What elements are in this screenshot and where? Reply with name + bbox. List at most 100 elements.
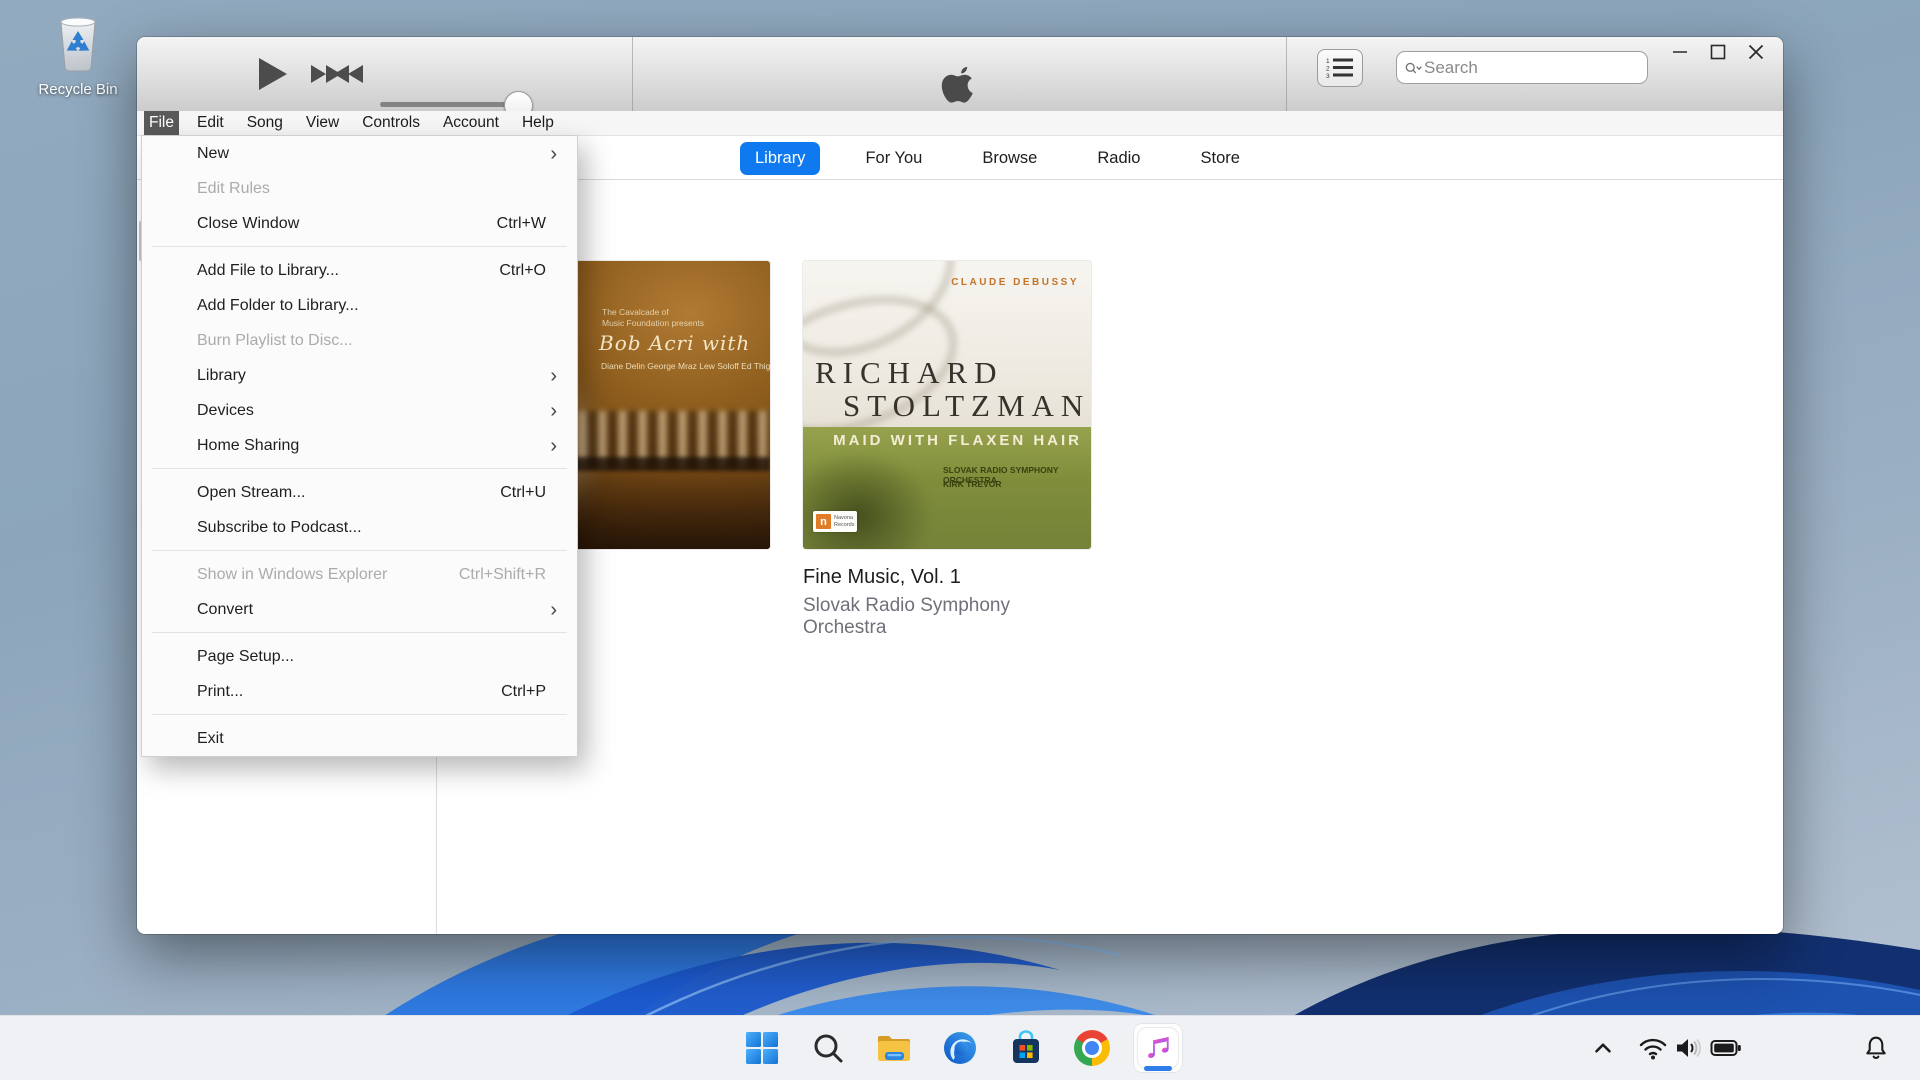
active-app-indicator bbox=[1144, 1066, 1172, 1071]
tab-store[interactable]: Store bbox=[1185, 142, 1254, 175]
menu-item-library[interactable]: Library › bbox=[142, 358, 577, 393]
minimize-icon bbox=[1672, 44, 1688, 60]
album-art-fine-music[interactable]: CLAUDE DEBUSSY RICHARD STOLTZMAN MAID WI… bbox=[803, 261, 1091, 549]
menu-item-show-in-windows-explorer: Show in Windows Explorer Ctrl+Shift+R bbox=[142, 557, 577, 592]
stz-artist-name-line1: RICHARD bbox=[815, 355, 1004, 391]
itunes-icon bbox=[1138, 1028, 1178, 1068]
menu-item-open-stream[interactable]: Open Stream... Ctrl+U bbox=[142, 475, 577, 510]
bell-icon bbox=[1862, 1034, 1890, 1062]
close-button[interactable] bbox=[1737, 39, 1775, 65]
volume-indicator[interactable] bbox=[1674, 1016, 1704, 1080]
search-box[interactable] bbox=[1396, 51, 1648, 84]
battery-indicator[interactable] bbox=[1710, 1016, 1742, 1080]
menu-item-label: Library bbox=[197, 367, 550, 385]
chrome-icon bbox=[1074, 1030, 1110, 1066]
menu-item-close-window[interactable]: Close Window Ctrl+W bbox=[142, 206, 577, 241]
menu-item-convert[interactable]: Convert › bbox=[142, 592, 577, 627]
submenu-chevron-icon: › bbox=[550, 436, 557, 456]
svg-text:3: 3 bbox=[1326, 73, 1330, 79]
wifi-indicator[interactable] bbox=[1638, 1016, 1668, 1080]
menu-item-print[interactable]: Print... Ctrl+P bbox=[142, 674, 577, 709]
minimize-button[interactable] bbox=[1661, 39, 1699, 65]
battery-icon bbox=[1710, 1036, 1742, 1060]
menu-song[interactable]: Song bbox=[242, 111, 288, 135]
menu-edit[interactable]: Edit bbox=[192, 111, 229, 135]
menu-item-label: Exit bbox=[197, 730, 557, 748]
menu-account[interactable]: Account bbox=[438, 111, 504, 135]
play-button[interactable] bbox=[251, 37, 295, 111]
menu-item-label: Open Stream... bbox=[197, 484, 500, 502]
menu-item-label: Convert bbox=[197, 601, 550, 619]
apple-logo-icon bbox=[940, 65, 980, 112]
menu-item-label: Home Sharing bbox=[197, 437, 550, 455]
up-next-button[interactable]: 1 2 3 bbox=[1317, 49, 1363, 87]
menu-separator bbox=[142, 545, 577, 557]
hidden-icons-button[interactable] bbox=[1590, 1016, 1616, 1080]
svg-text:1: 1 bbox=[1326, 58, 1330, 65]
menu-item-page-setup[interactable]: Page Setup... bbox=[142, 639, 577, 674]
recycle-bin[interactable]: Recycle Bin bbox=[18, 14, 138, 98]
menu-item-edit-rules: Edit Rules bbox=[142, 171, 577, 206]
menu-item-shortcut: Ctrl+U bbox=[500, 484, 546, 502]
navona-records-logo: n Navona Records bbox=[813, 511, 857, 532]
svg-text:2: 2 bbox=[1326, 66, 1330, 73]
menu-item-burn-playlist: Burn Playlist to Disc... bbox=[142, 323, 577, 358]
file-explorer-button[interactable] bbox=[870, 1024, 918, 1072]
chrome-button[interactable] bbox=[1068, 1024, 1116, 1072]
menu-separator bbox=[142, 241, 577, 253]
menu-item-home-sharing[interactable]: Home Sharing › bbox=[142, 428, 577, 463]
desktop: Recycle Bin bbox=[0, 0, 1920, 1080]
menu-item-exit[interactable]: Exit bbox=[142, 721, 577, 756]
menu-item-subscribe-to-podcast[interactable]: Subscribe to Podcast... bbox=[142, 510, 577, 545]
windows-start-icon bbox=[745, 1031, 779, 1065]
microsoft-store-button[interactable] bbox=[1002, 1024, 1050, 1072]
menu-separator bbox=[142, 463, 577, 475]
speaker-icon bbox=[1674, 1035, 1704, 1061]
menu-help[interactable]: Help bbox=[517, 111, 559, 135]
taskbar-search-button[interactable] bbox=[804, 1024, 852, 1072]
menu-item-new[interactable]: New › bbox=[142, 136, 577, 171]
itunes-window: 1 2 3 bbox=[137, 37, 1783, 934]
tab-browse[interactable]: Browse bbox=[967, 142, 1052, 175]
menu-bar: File Edit Song View Controls Account Hel… bbox=[137, 111, 1783, 135]
menu-item-add-folder-to-library[interactable]: Add Folder to Library... bbox=[142, 288, 577, 323]
itunes-taskbar-button[interactable] bbox=[1134, 1024, 1182, 1072]
search-input[interactable] bbox=[1422, 57, 1647, 79]
search-icon bbox=[1405, 59, 1422, 77]
menu-item-label: Burn Playlist to Disc... bbox=[197, 332, 557, 350]
menu-item-label: Print... bbox=[197, 683, 501, 701]
acri-title-text: Bob Acri with bbox=[599, 331, 750, 355]
menu-item-label: Subscribe to Podcast... bbox=[197, 519, 557, 537]
recycle-bin-icon bbox=[49, 14, 107, 74]
toolbar-divider bbox=[1286, 37, 1287, 111]
menu-item-label: Page Setup... bbox=[197, 648, 557, 666]
menu-file[interactable]: File bbox=[144, 111, 179, 135]
album-artist[interactable]: Slovak Radio Symphony Orchestra bbox=[803, 595, 1091, 639]
menu-item-label: Add File to Library... bbox=[197, 262, 499, 280]
next-button[interactable] bbox=[306, 37, 346, 111]
menu-controls[interactable]: Controls bbox=[357, 111, 425, 135]
menu-separator bbox=[142, 627, 577, 639]
maximize-button[interactable] bbox=[1699, 39, 1737, 65]
submenu-chevron-icon: › bbox=[550, 600, 557, 620]
stz-artist-name-line2: STOLTZMAN bbox=[843, 388, 1090, 424]
submenu-chevron-icon: › bbox=[550, 401, 557, 421]
album-fine-music[interactable]: CLAUDE DEBUSSY RICHARD STOLTZMAN MAID WI… bbox=[803, 261, 1091, 639]
file-menu-dropdown: New › Edit Rules Close Window Ctrl+W Add… bbox=[141, 135, 578, 757]
notifications-button[interactable] bbox=[1862, 1016, 1890, 1080]
taskbar-search-icon bbox=[812, 1032, 844, 1064]
tab-radio[interactable]: Radio bbox=[1082, 142, 1155, 175]
edge-button[interactable] bbox=[936, 1024, 984, 1072]
menu-view[interactable]: View bbox=[301, 111, 344, 135]
menu-item-devices[interactable]: Devices › bbox=[142, 393, 577, 428]
tab-for-you[interactable]: For You bbox=[850, 142, 937, 175]
menu-item-shortcut: Ctrl+P bbox=[501, 683, 546, 701]
menu-item-label: Close Window bbox=[197, 215, 497, 233]
start-button[interactable] bbox=[738, 1024, 786, 1072]
album-title[interactable]: Fine Music, Vol. 1 bbox=[803, 566, 1091, 589]
maximize-icon bbox=[1710, 44, 1726, 60]
menu-separator bbox=[142, 709, 577, 721]
tab-library[interactable]: Library bbox=[740, 142, 820, 175]
menu-item-label: Edit Rules bbox=[197, 180, 557, 198]
menu-item-add-file-to-library[interactable]: Add File to Library... Ctrl+O bbox=[142, 253, 577, 288]
